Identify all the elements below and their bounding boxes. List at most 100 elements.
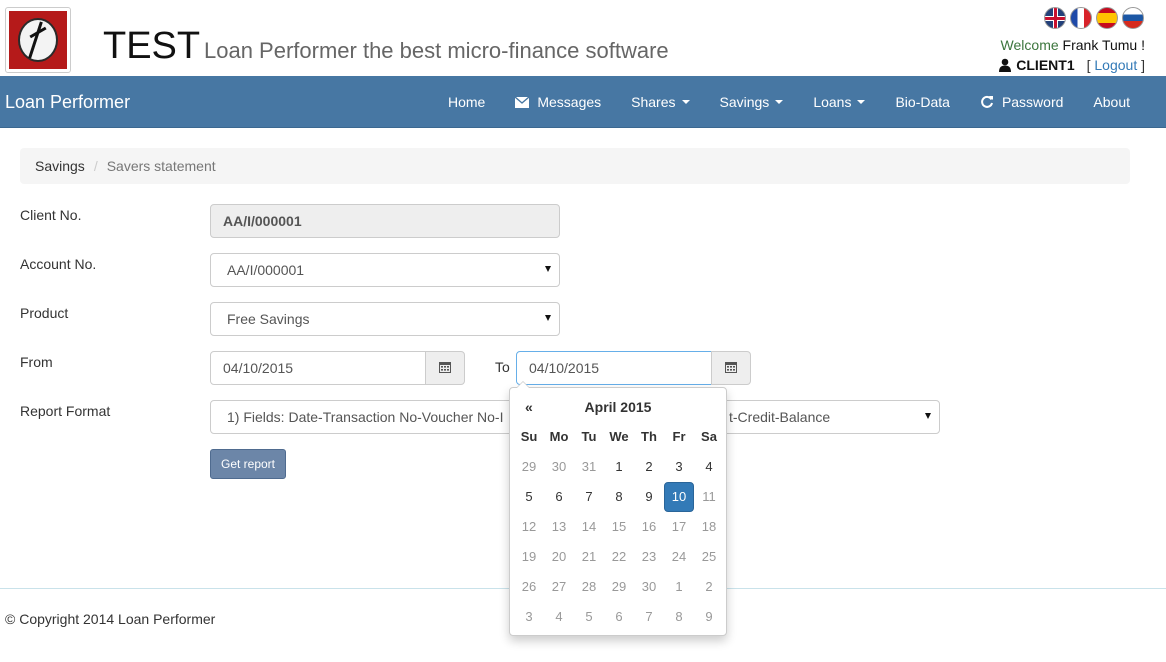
nav-item-label: Savings — [719, 94, 770, 110]
datepicker-day[interactable]: 18 — [694, 512, 724, 542]
datepicker-grid: Su Mo Tu We Th Fr Sa 29 30 31 1 2 3 4 5 6 7 8 9 10 11 12 13 14 1… — [514, 422, 722, 632]
client-no-value: AA/I/000001 — [223, 213, 302, 229]
from-date-input[interactable]: 04/10/2015 — [210, 351, 426, 385]
breadcrumb-savings[interactable]: Savings — [35, 158, 85, 174]
logout-wrapper: [ Logout ] — [1087, 57, 1145, 73]
welcome-label: Welcome — [1000, 37, 1059, 53]
nav-item-savings[interactable]: Savings — [705, 76, 799, 128]
datepicker-month-title[interactable]: April 2015 — [544, 399, 693, 415]
copyright-text: © Copyright 2014 Loan Performer — [5, 611, 216, 627]
nav-item-about[interactable]: About — [1078, 76, 1145, 128]
nav-item-bio-data[interactable]: Bio-Data — [880, 76, 964, 128]
uk-flag-icon[interactable] — [1044, 7, 1066, 29]
select-arrow-icon — [925, 413, 931, 419]
weekday-header: We — [609, 429, 629, 444]
russia-flag-icon[interactable] — [1122, 7, 1144, 29]
datepicker-day[interactable]: 30 — [634, 572, 664, 602]
product-select[interactable]: Free Savings — [210, 302, 560, 336]
datepicker-day[interactable]: 28 — [574, 572, 604, 602]
account-no-select[interactable]: AA/I/000001 — [210, 253, 560, 287]
datepicker-day[interactable]: 8 — [664, 602, 694, 632]
datepicker-day[interactable]: 2 — [634, 452, 664, 482]
datepicker-day[interactable]: 30 — [544, 452, 574, 482]
nav-item-loans[interactable]: Loans — [798, 76, 880, 128]
language-flags — [1044, 7, 1144, 29]
calendar-icon — [439, 360, 451, 376]
datepicker-day[interactable]: 12 — [514, 512, 544, 542]
datepicker-day[interactable]: 11 — [694, 482, 724, 512]
spain-flag-icon[interactable] — [1096, 7, 1118, 29]
datepicker-day[interactable]: 23 — [634, 542, 664, 572]
datepicker-day[interactable]: 7 — [574, 482, 604, 512]
site-title: TEST — [103, 25, 201, 67]
datepicker-day[interactable]: 15 — [604, 512, 634, 542]
datepicker-day[interactable]: 6 — [544, 482, 574, 512]
datepicker-day[interactable]: 14 — [574, 512, 604, 542]
datepicker-day[interactable]: 19 — [514, 542, 544, 572]
envelope-icon — [515, 96, 530, 108]
logout-link[interactable]: Logout — [1094, 57, 1137, 73]
welcome-message: Welcome Frank Tumu ! — [1001, 37, 1145, 53]
datepicker-day[interactable]: 29 — [604, 572, 634, 602]
datepicker-day[interactable]: 3 — [664, 452, 694, 482]
datepicker-day[interactable]: 2 — [694, 572, 724, 602]
datepicker-day[interactable]: 3 — [514, 602, 544, 632]
nav-item-messages[interactable]: Messages — [500, 76, 616, 128]
from-date-value: 04/10/2015 — [223, 360, 294, 376]
account-no-value: AA/I/000001 — [227, 262, 305, 278]
datepicker-day[interactable]: 8 — [604, 482, 634, 512]
datepicker-day[interactable]: 4 — [544, 602, 574, 632]
datepicker-day[interactable]: 6 — [604, 602, 634, 632]
report-format-label: Report Format — [20, 403, 111, 419]
nav-item-label: Messages — [537, 94, 602, 110]
select-arrow-icon — [545, 315, 551, 321]
caret-down-icon — [775, 100, 784, 104]
nav-item-label: About — [1093, 94, 1130, 110]
nav-item-password[interactable]: Password — [965, 76, 1078, 128]
get-report-button[interactable]: Get report — [210, 449, 286, 479]
datepicker-day[interactable]: 21 — [574, 542, 604, 572]
datepicker-day[interactable]: 16 — [634, 512, 664, 542]
datepicker-day[interactable]: 5 — [514, 482, 544, 512]
to-label: To — [495, 359, 510, 375]
company-logo[interactable] — [5, 7, 71, 73]
datepicker-day[interactable]: 1 — [664, 572, 694, 602]
to-date-input[interactable]: 04/10/2015 — [516, 351, 712, 385]
nav-item-label: Bio-Data — [895, 94, 950, 110]
logo-image — [9, 11, 67, 69]
datepicker-day[interactable]: 20 — [544, 542, 574, 572]
nav-item-label: Home — [447, 94, 486, 110]
to-calendar-button[interactable] — [711, 351, 751, 385]
datepicker-day[interactable]: 31 — [574, 452, 604, 482]
calendar-icon — [725, 360, 737, 376]
logout-bracket-open: [ — [1086, 57, 1091, 73]
france-flag-icon[interactable] — [1070, 7, 1092, 29]
datepicker-day[interactable]: 26 — [514, 572, 544, 602]
product-value: Free Savings — [227, 311, 310, 327]
datepicker-day[interactable]: 27 — [544, 572, 574, 602]
datepicker-day-selected[interactable]: 10 — [664, 482, 694, 512]
report-format-value-left: 1) Fields: Date-Transaction No-Voucher N… — [227, 409, 504, 425]
from-calendar-button[interactable] — [425, 351, 465, 385]
navbar-brand[interactable]: Loan Performer — [5, 76, 130, 128]
datepicker-day[interactable]: 9 — [634, 482, 664, 512]
nav-item-home[interactable]: Home — [433, 76, 500, 128]
user-icon — [998, 58, 1012, 72]
datepicker-day[interactable]: 25 — [694, 542, 724, 572]
datepicker-header: « April 2015 — [514, 392, 722, 422]
nav-menu: Home Messages Shares Savings Loans Bio-D… — [433, 76, 1145, 128]
datepicker-day[interactable]: 17 — [664, 512, 694, 542]
datepicker-day[interactable]: 29 — [514, 452, 544, 482]
datepicker-prev-button[interactable]: « — [514, 399, 544, 415]
datepicker-day[interactable]: 13 — [544, 512, 574, 542]
datepicker-day[interactable]: 22 — [604, 542, 634, 572]
datepicker-day[interactable]: 9 — [694, 602, 724, 632]
datepicker-day[interactable]: 7 — [634, 602, 664, 632]
datepicker-day[interactable]: 4 — [694, 452, 724, 482]
nav-item-shares[interactable]: Shares — [616, 76, 704, 128]
datepicker-day[interactable]: 5 — [574, 602, 604, 632]
caret-down-icon — [857, 100, 866, 104]
datepicker-day[interactable]: 24 — [664, 542, 694, 572]
datepicker-day[interactable]: 1 — [604, 452, 634, 482]
weekday-header: Sa — [701, 429, 717, 444]
